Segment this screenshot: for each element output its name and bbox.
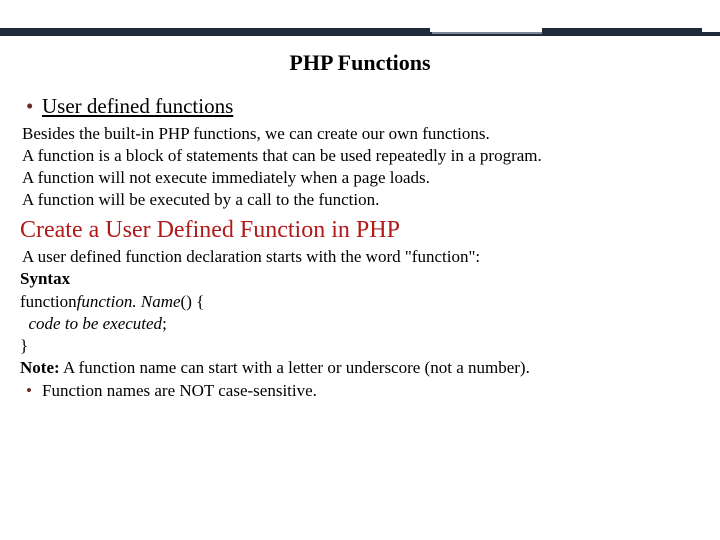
bullet-dot-icon: • [26,381,42,401]
slide-title: PHP Functions [0,50,720,76]
intro-line-1: Besides the built-in PHP functions, we c… [22,123,700,145]
accent-bar-right [542,28,702,36]
intro-line-3: A function will not execute immediately … [22,167,700,189]
slide-content: •User defined functions Besides the buil… [0,76,720,401]
accent-bar-gap [432,32,542,34]
syntax-label: Syntax [20,268,700,290]
syntax-line-3: } [20,335,700,357]
note-line: Note: A function name can start with a l… [20,357,700,379]
note-text: A function name can start with a letter … [60,358,530,377]
accent-bar-left [0,28,430,36]
heading-create-function: Create a User Defined Function in PHP [20,217,700,244]
bullet-case-sensitive-text: Function names are NOT case-sensitive. [42,381,317,400]
syntax-parens-brace: () { [181,292,205,311]
bullet-user-defined: •User defined functions [26,94,700,119]
bullet-case-sensitive: •Function names are NOT case-sensitive. [26,381,700,401]
bullet-dot-icon: • [26,94,42,119]
paragraph-declaration: A user defined function declaration star… [22,246,700,268]
syntax-semicolon: ; [162,314,167,333]
intro-line-4: A function will be executed by a call to… [22,189,700,211]
bullet-user-defined-text: User defined functions [42,94,233,118]
intro-line-2: A function is a block of statements that… [22,145,700,167]
top-accent-bar [0,0,720,36]
syntax-keyword: function [20,292,77,311]
syntax-function-name: function. Name [77,292,181,311]
syntax-line-1: functionfunction. Name() { [20,291,700,313]
paragraph-intro: Besides the built-in PHP functions, we c… [22,123,700,211]
syntax-line-2: code to be executed; [20,313,700,335]
syntax-body-text: code to be executed [29,314,163,333]
note-label: Note: [20,358,60,377]
